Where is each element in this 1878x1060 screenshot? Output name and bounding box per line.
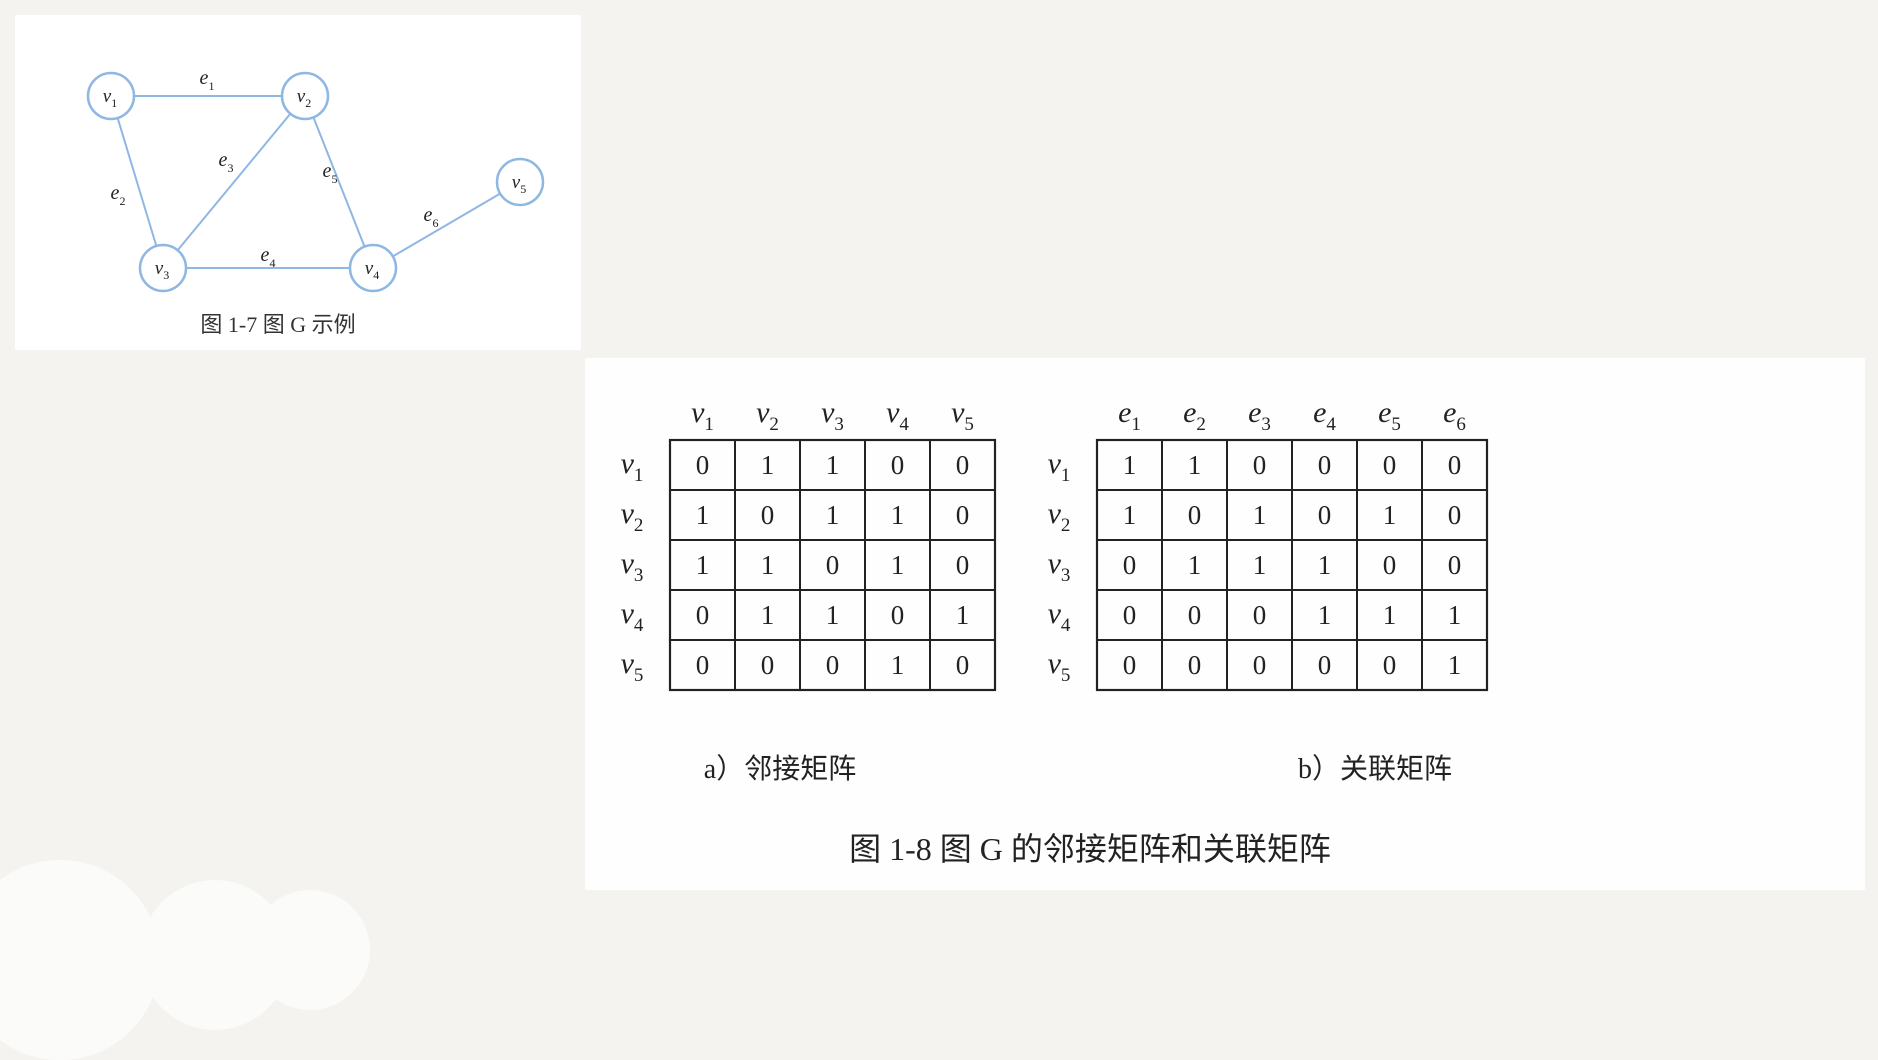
edge-label-e4: e4 [261,244,276,270]
edge-label-e5: e5 [323,160,338,186]
incidence-cell: 0 [1123,650,1137,680]
adjacency-cell: 1 [761,600,775,630]
edge-e6 [392,192,501,258]
adjacency-cell: 0 [891,450,905,480]
graph-g-diagram: e1e2e3e4e5e6 v1 v2v3 v4v5 图 1-7 图 G 示例 [86,67,545,337]
incidence-col-header: e5 [1378,396,1401,435]
incidence-cell: 1 [1123,500,1137,530]
incidence-cell: 0 [1448,500,1462,530]
incidence-cell: 0 [1188,500,1202,530]
incidence-cell: 0 [1188,650,1202,680]
incidence-cell: 1 [1448,600,1462,630]
incidence-cell: 1 [1318,550,1332,580]
incidence-col-header: e2 [1183,396,1206,435]
adjacency-col-header: v3 [821,396,844,435]
matrices-diagram: v1 v2 v3 v4 v5 v1 v2 v3 v4 v5 0 1 1 0 0 1 0 1 1 0 1 1 0 1 0 0 1 1 0 1… [621,396,1489,867]
adjacency-cell: 1 [826,450,840,480]
incidence-cell: 1 [1253,550,1267,580]
incidence-cell: 1 [1383,600,1397,630]
adjacency-cell: 0 [956,500,970,530]
incidence-cell: 0 [1123,550,1137,580]
incidence-cell: 0 [1253,650,1267,680]
incidence-col-header: e1 [1118,396,1141,435]
incidence-col-header: e6 [1443,396,1466,435]
incidence-cell: 1 [1383,500,1397,530]
figure-1-7-caption: 图 1-7 图 G 示例 [200,312,355,337]
adjacency-cell: 0 [696,600,710,630]
adjacency-cell: 1 [891,500,905,530]
edge-label-e1: e1 [200,67,215,93]
incidence-cell: 1 [1448,650,1462,680]
adjacency-cell: 0 [956,550,970,580]
adjacency-cell: 1 [891,650,905,680]
background-decoration [250,890,370,1010]
incidence-matrix-caption: b）关联矩阵 [1298,753,1452,785]
incidence-cell: 0 [1123,600,1137,630]
incidence-cell: 0 [1448,450,1462,480]
edge-label-e6: e6 [424,204,439,230]
adjacency-row-header: v5 [621,647,644,686]
incidence-row-header: v3 [1048,547,1071,586]
incidence-cell: 0 [1318,650,1332,680]
adjacency-col-header: v4 [886,396,909,435]
adjacency-cell: 0 [956,650,970,680]
incidence-row-header: v5 [1048,647,1071,686]
incidence-row-header: v1 [1048,447,1071,486]
adjacency-cell: 0 [826,550,840,580]
adjacency-row-header: v3 [621,547,644,586]
incidence-cell: 1 [1253,500,1267,530]
adjacency-cell: 1 [826,500,840,530]
adjacency-matrix: v1 v2 v3 v4 v5 v1 v2 v3 v4 v5 0 1 1 0 0 1 0 1 1 0 1 1 0 1 0 0 1 1 0 1… [621,396,997,692]
adjacency-matrix-caption: a）邻接矩阵 [704,753,856,785]
incidence-cell: 0 [1383,550,1397,580]
adjacency-col-header: v1 [691,396,714,435]
background-decoration [0,860,160,1060]
adjacency-col-header: v5 [951,396,974,435]
adjacency-cell: 1 [956,600,970,630]
incidence-matrix: e1 e2 e3 e4 e5 e6 v1 v2 v3 v4 v5 1 1 0 0 0 0 1 0 1 0 1 0 0 1 1 1 0 0… [1048,396,1489,692]
edge-e5 [312,117,366,247]
adjacency-cell: 0 [696,650,710,680]
incidence-cell: 0 [1383,650,1397,680]
adjacency-row-header: v4 [621,597,644,636]
figure-1-8-caption: 图 1-8 图 G 的邻接矩阵和关联矩阵 [849,831,1331,867]
incidence-cell: 1 [1188,450,1202,480]
incidence-row-header: v2 [1048,497,1071,536]
edge-e3 [176,113,292,251]
incidence-cell: 0 [1188,600,1202,630]
edge-label-e3: e3 [219,149,234,175]
adjacency-cell: 1 [826,600,840,630]
adjacency-cell: 1 [891,550,905,580]
adjacency-cell: 0 [696,450,710,480]
adjacency-row-header: v2 [621,497,644,536]
adjacency-cell: 0 [956,450,970,480]
incidence-col-header: e3 [1248,396,1271,435]
adjacency-cell: 1 [761,550,775,580]
adjacency-col-header: v2 [756,396,779,435]
adjacency-cell: 0 [826,650,840,680]
incidence-cell: 0 [1318,500,1332,530]
incidence-cell: 0 [1383,450,1397,480]
incidence-cell: 0 [1448,550,1462,580]
adjacency-row-header: v1 [621,447,644,486]
incidence-cell: 1 [1318,600,1332,630]
adjacency-cell: 1 [696,500,710,530]
incidence-cell: 1 [1188,550,1202,580]
incidence-col-header: e4 [1313,396,1336,435]
adjacency-cell: 0 [761,500,775,530]
adjacency-cell: 0 [761,650,775,680]
incidence-cell: 1 [1123,450,1137,480]
incidence-cell: 0 [1253,450,1267,480]
edge-label-e2: e2 [111,182,126,208]
adjacency-cell: 0 [891,600,905,630]
graph-figure-panel: e1 e2 e3 e4 e5 e6 v1 v2 v3 v4 v5 图 1-7 图 G 示例 [15,15,581,350]
incidence-row-header: v4 [1048,597,1071,636]
incidence-cell: 0 [1318,450,1332,480]
matrices-figure-panel: v1 v2 v3 v4 v5 v1 v2 v3 v4 v5 0 1 1 0 0 1 0 1 1 0 1 1 0 1 0 0 1 1 0 1… [585,358,1865,890]
adjacency-cell: 1 [761,450,775,480]
adjacency-cell: 1 [696,550,710,580]
incidence-cell: 0 [1253,600,1267,630]
edge-e2 [116,117,158,247]
